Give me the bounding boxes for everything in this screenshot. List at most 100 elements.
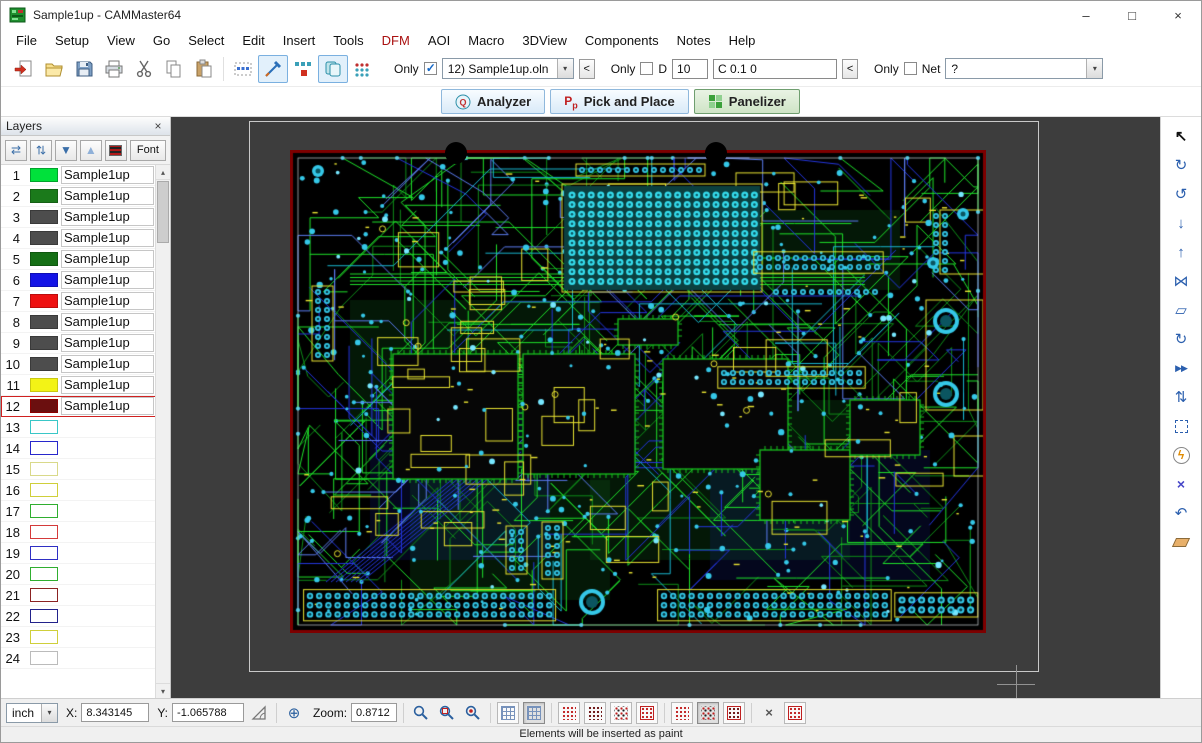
only-dcode-checkbox[interactable] [640, 62, 654, 75]
menu-item[interactable]: AOI [419, 31, 459, 50]
layer-number[interactable]: 9 [1, 336, 27, 351]
layer-number[interactable]: 11 [1, 378, 27, 393]
layer-row[interactable]: 22 [1, 606, 170, 627]
layer-number[interactable]: 8 [1, 315, 27, 330]
print-button[interactable] [99, 55, 129, 83]
flash-query-icon[interactable]: ϟ [1168, 444, 1194, 466]
layer-row[interactable]: 3 Sample1up [1, 207, 170, 228]
layer-color-cell[interactable] [27, 336, 61, 350]
layer-number[interactable]: 24 [1, 651, 27, 666]
layer-number[interactable]: 17 [1, 504, 27, 519]
menu-item[interactable]: 3DView [513, 31, 576, 50]
layer-color-cell[interactable] [27, 504, 61, 518]
layer-color-cell[interactable] [27, 483, 61, 497]
select-cursor-icon[interactable]: ↖ [1168, 125, 1194, 147]
layer-color-swatch[interactable] [30, 504, 58, 518]
layer-color-cell[interactable] [27, 462, 61, 476]
layer-row[interactable]: 20 [1, 564, 170, 585]
layer-color-cell[interactable] [27, 357, 61, 371]
zoom-window-icon[interactable] [410, 702, 432, 724]
layer-row[interactable]: 12 Sample1up [1, 396, 170, 417]
copy-button[interactable] [159, 55, 189, 83]
move-up-icon[interactable]: ↑ [1168, 241, 1194, 263]
layer-color-cell[interactable] [27, 378, 61, 392]
zoom-input[interactable]: 0.8712 [351, 703, 398, 722]
layers-scrollbar[interactable]: ▴ ▾ [155, 165, 170, 698]
layer-row[interactable]: 23 [1, 627, 170, 648]
layer-color-swatch[interactable] [30, 546, 58, 560]
aperture-grid-icon-7[interactable] [723, 701, 746, 724]
layer-color-cell[interactable] [27, 546, 61, 560]
layer-number[interactable]: 14 [1, 441, 27, 456]
maximize-button[interactable]: □ [1109, 1, 1155, 29]
layer-color-cell[interactable] [27, 399, 61, 413]
origin-target-icon[interactable]: ⊕ [283, 702, 305, 724]
layer-row[interactable]: 2 Sample1up [1, 186, 170, 207]
layer-label[interactable] [61, 586, 154, 604]
layer-label[interactable] [61, 418, 154, 436]
grid-lines-icon[interactable] [497, 701, 520, 724]
layer-row[interactable]: 5 Sample1up [1, 249, 170, 270]
select-elements-button[interactable] [228, 55, 258, 83]
panelizer-button[interactable]: Panelizer [693, 89, 800, 114]
layer-number[interactable]: 4 [1, 231, 27, 246]
layer-label[interactable] [61, 481, 154, 499]
layer-color-swatch[interactable] [30, 651, 58, 665]
layer-color-swatch[interactable] [30, 189, 58, 203]
layer-row[interactable]: 16 [1, 480, 170, 501]
rotate-cw-icon[interactable]: ↻ [1168, 154, 1194, 176]
reorder-layers-icon[interactable]: ⇄ [29, 139, 52, 161]
transform-selection-icon[interactable] [1168, 415, 1194, 437]
layer-label[interactable] [61, 565, 154, 583]
layer-label[interactable]: Sample1up [61, 334, 154, 352]
scrollbar-thumb[interactable] [157, 181, 169, 243]
layer-number[interactable]: 2 [1, 189, 27, 204]
mirror-icon[interactable]: ⋈ [1168, 270, 1194, 292]
pcb-workspace[interactable] [171, 117, 1160, 698]
zoom-selection-icon[interactable] [436, 702, 458, 724]
layer-color-cell[interactable] [27, 168, 61, 182]
menu-item[interactable]: Setup [46, 31, 98, 50]
layer-row[interactable]: 8 Sample1up [1, 312, 170, 333]
menu-item[interactable]: Macro [459, 31, 513, 50]
chevron-down-icon[interactable]: ▾ [1086, 59, 1103, 78]
menu-item[interactable]: Help [720, 31, 765, 50]
menu-item[interactable]: Tools [324, 31, 372, 50]
layer-color-cell[interactable] [27, 441, 61, 455]
layer-color-swatch[interactable] [30, 273, 58, 287]
dcode-info-field[interactable]: C 0.1 0 [713, 58, 838, 79]
paint-mode-icon[interactable] [784, 701, 807, 724]
layer-select[interactable]: 12) Sample1up.oln ▾ [441, 58, 574, 79]
layer-color-cell[interactable] [27, 420, 61, 434]
layer-color-swatch[interactable] [30, 588, 58, 602]
layer-color-swatch[interactable] [30, 336, 58, 350]
layer-label[interactable] [61, 544, 154, 562]
layer-row[interactable]: 19 [1, 543, 170, 564]
layer-label[interactable] [61, 649, 154, 667]
aperture-grid-icon-5[interactable] [671, 701, 694, 724]
menu-item[interactable]: Insert [274, 31, 325, 50]
prev-layer-button[interactable]: < [578, 58, 595, 79]
rotate-90-icon[interactable]: ↻ [1168, 328, 1194, 350]
layer-number[interactable]: 18 [1, 525, 27, 540]
chevron-down-icon[interactable]: ▾ [556, 59, 573, 78]
menu-item[interactable]: Go [144, 31, 179, 50]
angle-measure-icon[interactable] [248, 702, 270, 724]
layer-row[interactable]: 14 [1, 438, 170, 459]
layer-number[interactable]: 1 [1, 168, 27, 183]
font-button[interactable]: Font [129, 139, 166, 161]
layer-color-cell[interactable] [27, 231, 61, 245]
layer-label[interactable]: Sample1up [61, 271, 154, 289]
layer-color-swatch[interactable] [30, 210, 58, 224]
menu-item[interactable]: View [98, 31, 144, 50]
pcb-board[interactable] [290, 150, 986, 633]
cancel-selection-icon[interactable]: × [758, 702, 780, 724]
open-file-button[interactable] [39, 55, 69, 83]
layer-label[interactable] [61, 628, 154, 646]
layer-row[interactable]: 17 [1, 501, 170, 522]
aperture-grid-icon-6[interactable] [697, 701, 720, 724]
layer-row[interactable]: 13 [1, 417, 170, 438]
layer-row[interactable]: 1 Sample1up [1, 165, 170, 186]
layer-number[interactable]: 5 [1, 252, 27, 267]
pcb-board-canvas[interactable] [290, 150, 986, 633]
